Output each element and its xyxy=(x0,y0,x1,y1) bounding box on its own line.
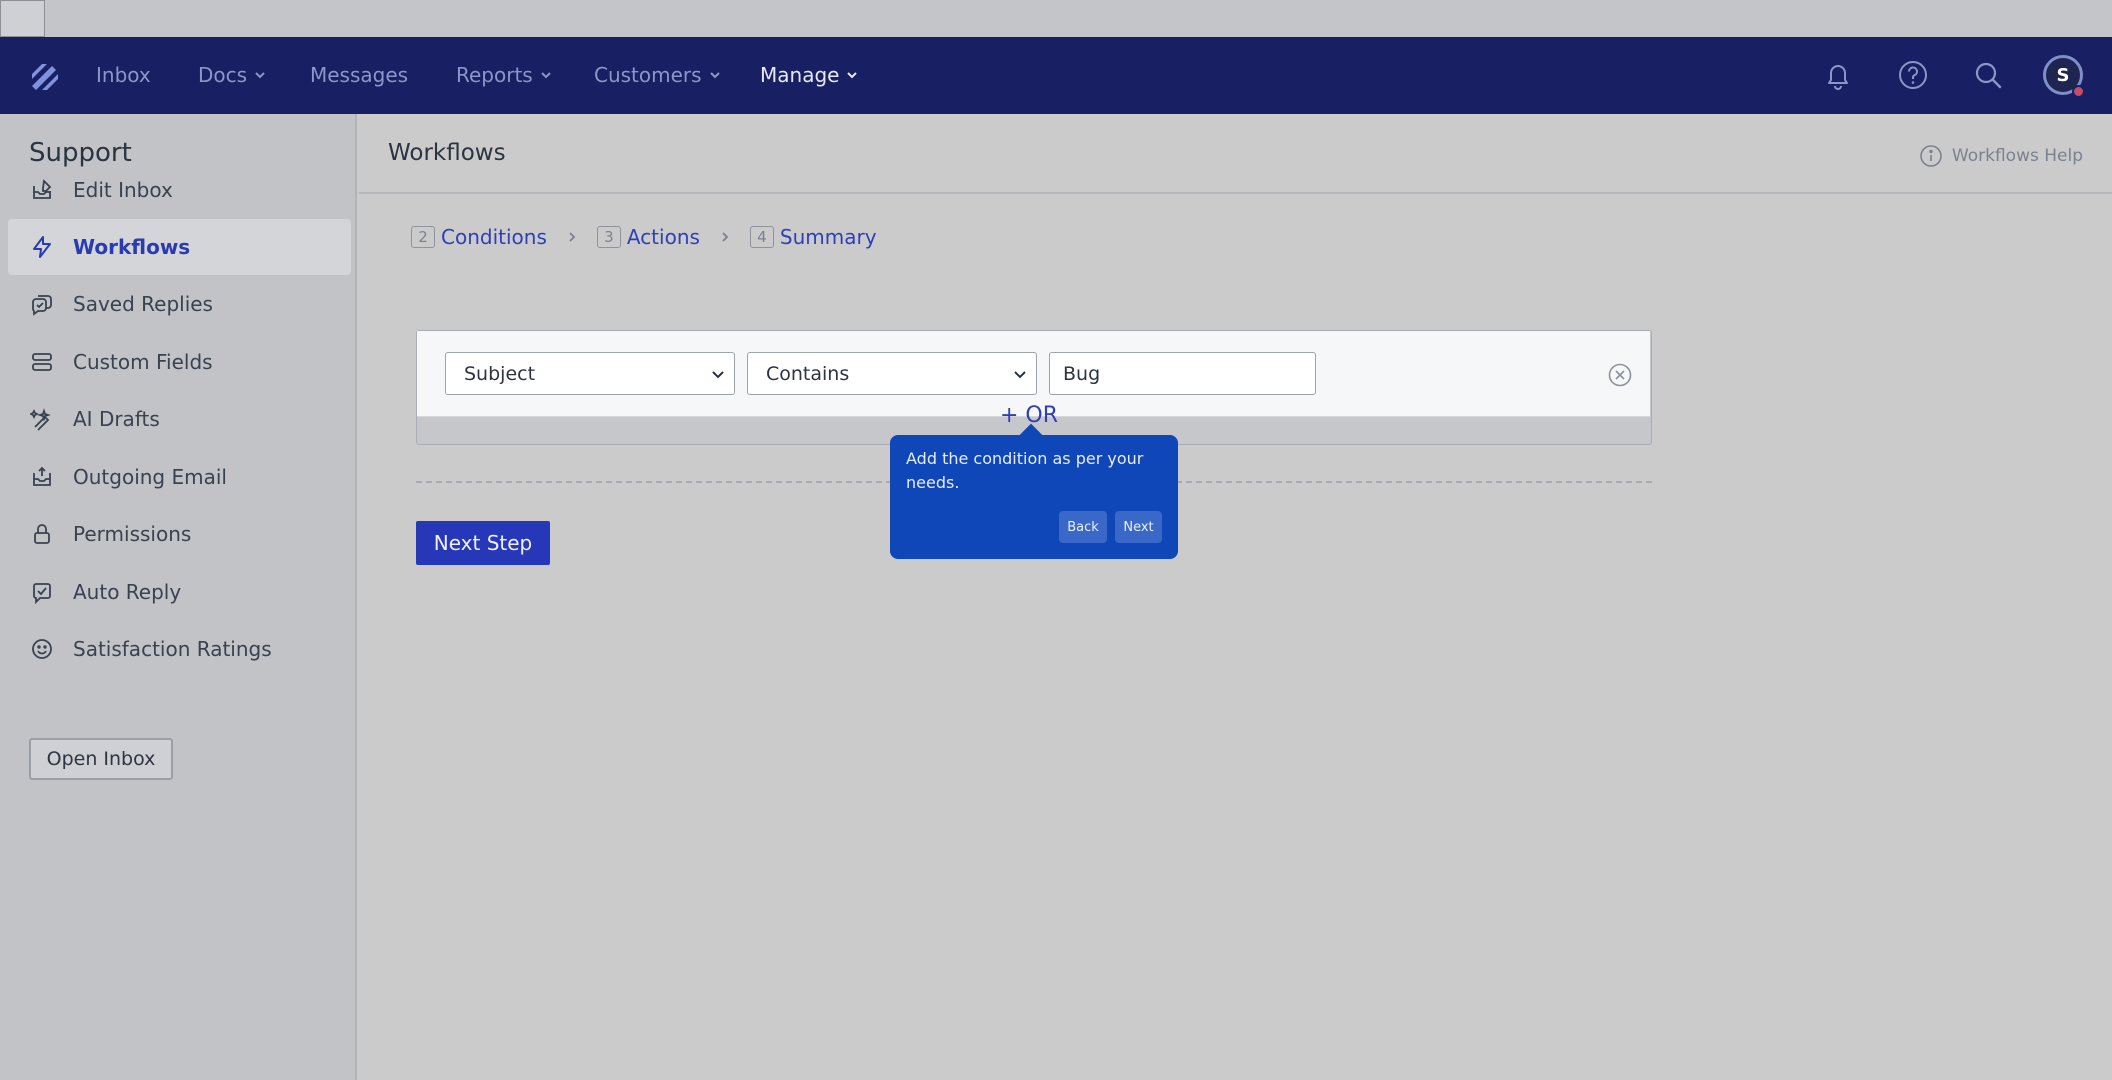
tour-next-button[interactable]: Next xyxy=(1115,511,1162,543)
sidebar-item-label: Custom Fields xyxy=(73,350,213,374)
sidebar-item-workflows[interactable]: Workflows xyxy=(8,219,351,275)
wizard-steps: 2 Conditions 3 Actions 4 Summary xyxy=(411,225,877,249)
sidebar-item-label: Edit Inbox xyxy=(73,178,173,202)
step-actions[interactable]: 3 Actions xyxy=(596,225,700,249)
info-icon xyxy=(1920,145,1942,167)
saved-replies-icon xyxy=(32,295,52,316)
nav-messages-label: Messages xyxy=(310,63,409,87)
step-number: 3 xyxy=(596,226,621,248)
nav-docs-label: Docs xyxy=(198,63,248,87)
step-label: Summary xyxy=(779,225,877,249)
step-summary[interactable]: 4 Summary xyxy=(749,225,877,249)
page-title: Workflows xyxy=(388,140,506,166)
edit-inbox-icon xyxy=(33,179,52,199)
nav-inbox-label: Inbox xyxy=(96,63,151,87)
nav-messages[interactable]: Messages xyxy=(310,63,408,87)
chevron-down-icon xyxy=(541,72,551,79)
tour-tooltip: Add the condition as per your needs. Bac… xyxy=(890,423,1178,559)
bell-icon[interactable] xyxy=(1822,59,1854,91)
step-number: 2 xyxy=(411,226,435,248)
sidebar-item-label: Outgoing Email xyxy=(73,465,227,489)
chevron-down-icon xyxy=(709,72,720,79)
chevron-right-icon xyxy=(569,232,576,242)
tour-back-button[interactable]: Back xyxy=(1059,511,1107,543)
condition-value-text: Bug xyxy=(1063,362,1101,385)
condition-operator-value: Contains xyxy=(766,362,850,385)
sidebar-item-auto-reply[interactable]: Auto Reply xyxy=(8,564,351,620)
sidebar-item-satisfaction-ratings[interactable]: Satisfaction Ratings xyxy=(8,621,351,677)
next-step-button[interactable]: Next Step xyxy=(416,521,550,565)
step-number: 4 xyxy=(749,226,774,248)
logo-icon[interactable] xyxy=(28,60,60,92)
lock-icon xyxy=(34,524,50,544)
lightning-icon xyxy=(33,236,51,258)
auto-reply-icon xyxy=(33,583,51,604)
chevron-down-icon xyxy=(255,72,265,79)
condition-operator-select[interactable]: Contains xyxy=(747,352,1037,395)
help-circle-icon[interactable] xyxy=(1897,59,1929,91)
outgoing-email-icon xyxy=(33,466,51,486)
nav-reports[interactable]: Reports xyxy=(456,63,553,87)
chevron-down-icon xyxy=(847,72,858,79)
chevron-down-icon xyxy=(1014,371,1026,379)
status-dot xyxy=(2072,85,2085,98)
step-label: Actions xyxy=(626,225,700,249)
sidebar-item-custom-fields[interactable]: Custom Fields xyxy=(8,334,351,390)
tour-text: Add the condition as per your needs. xyxy=(906,449,1144,492)
condition-field-value: Subject xyxy=(464,362,536,385)
nav-docs[interactable]: Docs xyxy=(198,63,267,87)
sidebar-item-ai-drafts[interactable]: AI Drafts xyxy=(8,391,351,447)
condition-field-select[interactable]: Subject xyxy=(445,352,735,395)
sidebar-item-saved-replies[interactable]: Saved Replies xyxy=(8,276,351,332)
nav-reports-label: Reports xyxy=(456,63,533,87)
chevron-right-icon xyxy=(722,232,729,242)
sidebar-item-outgoing-email[interactable]: Outgoing Email xyxy=(8,449,351,505)
step-conditions[interactable]: 2 Conditions xyxy=(411,225,547,249)
search-icon[interactable] xyxy=(1972,59,2004,91)
workflows-help-link[interactable]: Workflows Help xyxy=(1919,144,2083,168)
sidebar-item-label: Permissions xyxy=(73,522,192,546)
nav-inbox[interactable]: Inbox xyxy=(96,63,151,87)
top-navbar: Inbox Docs Messages Reports Customers Ma… xyxy=(0,37,2112,114)
sidebar-item-label: AI Drafts xyxy=(73,407,160,431)
nav-manage-label: Manage xyxy=(760,63,840,87)
nav-manage[interactable]: Manage xyxy=(760,63,859,87)
sidebar: Support Edit Inbox Workflows Saved Repli… xyxy=(0,114,357,1080)
remove-condition-icon[interactable] xyxy=(1607,362,1633,388)
custom-fields-icon xyxy=(32,353,52,371)
browser-strip xyxy=(0,0,2112,37)
open-inbox-button[interactable]: Open Inbox xyxy=(29,738,173,780)
nav-customers-label: Customers xyxy=(594,63,702,87)
sidebar-item-label: Auto Reply xyxy=(73,580,182,604)
condition-value-input[interactable]: Bug xyxy=(1049,352,1316,395)
step-label: Conditions xyxy=(441,225,547,249)
avatar-initial: S xyxy=(2056,64,2070,86)
sidebar-item-permissions[interactable]: Permissions xyxy=(8,506,351,562)
page-header: Workflows Workflows Help xyxy=(359,114,2112,194)
chevron-down-icon xyxy=(712,371,724,379)
smiley-icon xyxy=(32,639,52,659)
sidebar-item-label: Satisfaction Ratings xyxy=(73,637,272,661)
ai-drafts-icon xyxy=(30,408,51,431)
window-button[interactable] xyxy=(0,0,45,37)
nav-customers[interactable]: Customers xyxy=(594,63,722,87)
sidebar-item-label: Workflows xyxy=(73,235,191,259)
sidebar-item-label: Saved Replies xyxy=(73,292,213,316)
sidebar-item-edit-inbox[interactable]: Edit Inbox xyxy=(8,162,351,218)
workflows-help-label: Workflows Help xyxy=(1951,146,2083,166)
